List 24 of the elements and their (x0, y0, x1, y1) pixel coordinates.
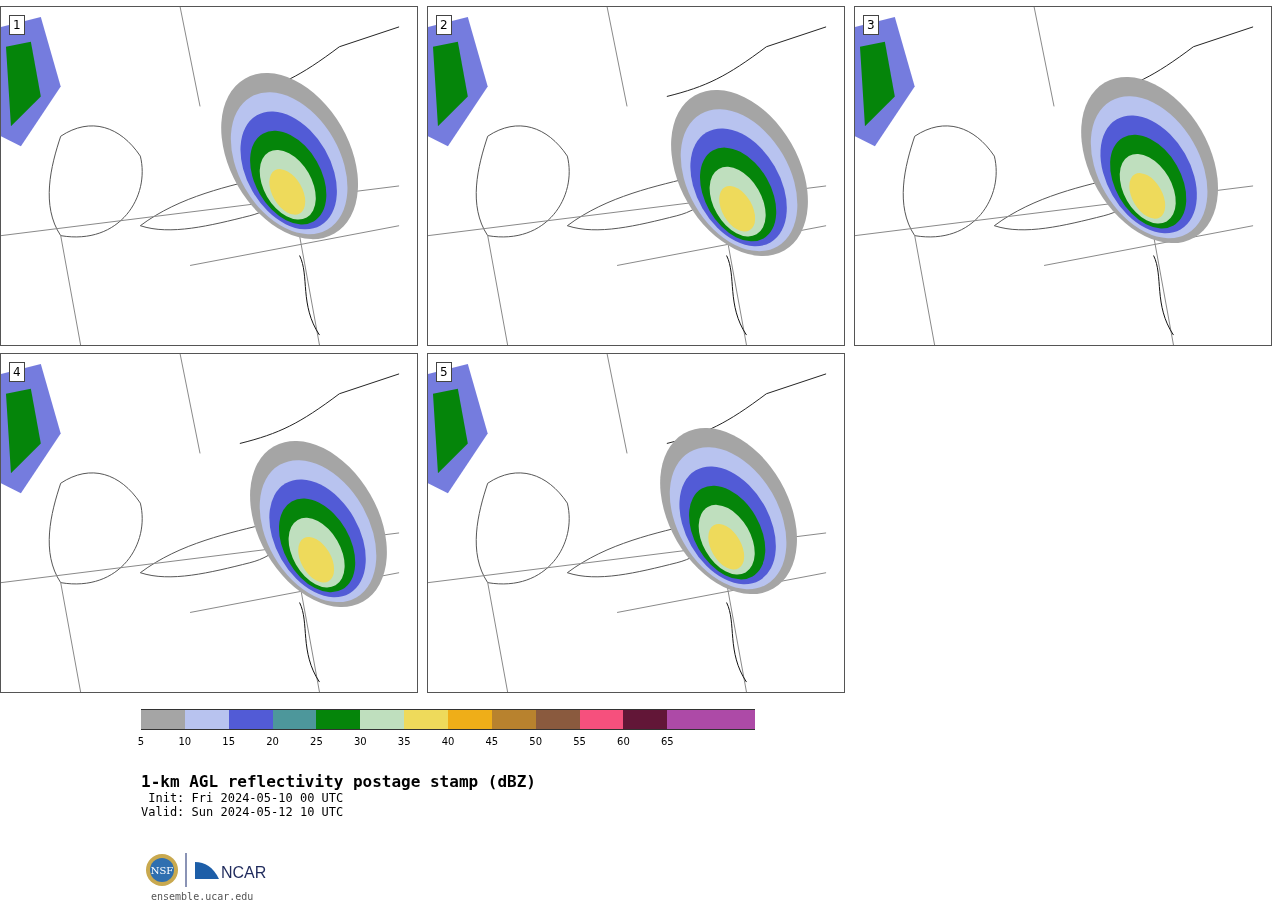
tick-label: 25 (310, 736, 323, 747)
ncar-logo: NCAR (193, 859, 269, 881)
tick-label: 50 (529, 736, 543, 747)
tick-label: 30 (353, 736, 367, 747)
panel-number: 2 (436, 15, 452, 35)
panel-number: 3 (863, 15, 879, 35)
init-time: Init: Fri 2024-05-10 00 UTC (147, 791, 345, 805)
tick-label: 40 (441, 736, 455, 747)
panel-number: 4 (9, 362, 25, 382)
tick-label: 20 (266, 736, 279, 747)
panel-number: 1 (9, 15, 25, 35)
tick-label: 15 (222, 736, 236, 747)
tick-label: 45 (485, 736, 499, 747)
tick-label: 5 (137, 736, 145, 747)
tick-label: 65 (660, 736, 674, 747)
seal-logo: NSF (145, 853, 179, 887)
chart-title: 1-km AGL reflectivity postage stamp (dBZ) (141, 772, 537, 791)
panel-number: 5 (436, 362, 452, 382)
valid-time: Valid: Sun 2024-05-12 10 UTC (141, 805, 345, 819)
tick-label: 55 (573, 736, 586, 747)
tick-label: 10 (178, 736, 192, 747)
site-address: ensemble.ucar.edu (151, 891, 255, 902)
tick-label: 35 (397, 736, 411, 747)
tick-label: 60 (617, 736, 630, 747)
